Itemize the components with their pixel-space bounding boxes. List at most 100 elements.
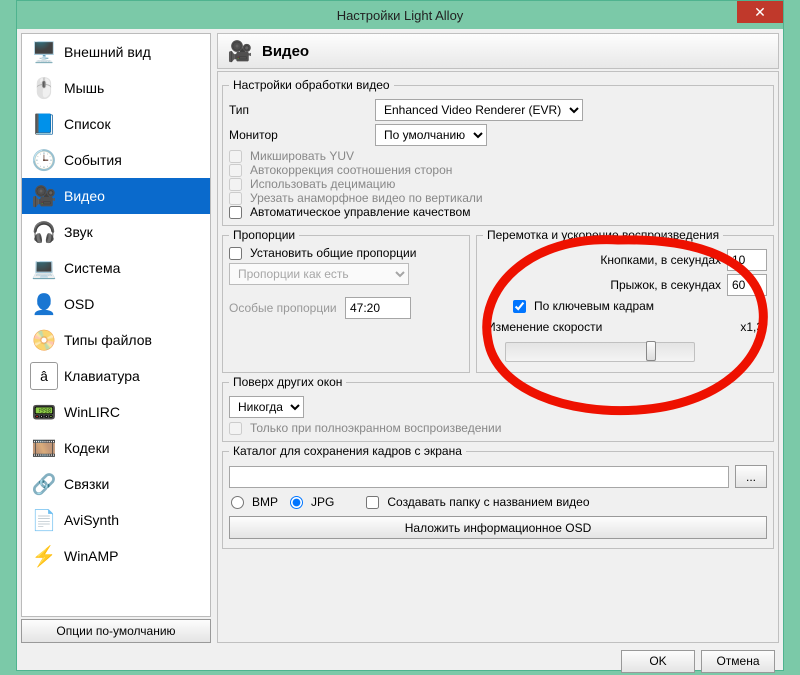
bmp-radio-label[interactable]: BMP [231, 495, 278, 509]
filetypes-icon: 📀 [30, 326, 58, 354]
list-icon: 📘 [30, 110, 58, 138]
sidebar-item-label: Мышь [64, 80, 104, 96]
sidebar-item-events[interactable]: 🕒 События [22, 142, 210, 178]
common-proportions-label: Установить общие пропорции [250, 246, 416, 260]
sidebar-item-mouse[interactable]: 🖱️ Мышь [22, 70, 210, 106]
ontop-group: Поверх других окон Никогда Только при по… [222, 375, 774, 442]
sidebar: 🖥️ Внешний вид 🖱️ Мышь 📘Список 🕒 События 🎥 В… [21, 33, 211, 617]
sidebar-item-label: OSD [64, 296, 94, 312]
keyframes-checkbox[interactable] [513, 300, 526, 313]
jpg-radio-label[interactable]: JPG [290, 495, 334, 509]
system-icon: 💻 [30, 254, 58, 282]
sidebar-item-bindings[interactable]: 🔗Связки [22, 466, 210, 502]
monitor-icon: 🖥️ [30, 38, 58, 66]
titlebar: Настройки Light Alloy ✕ [17, 1, 783, 29]
seek-group: Перемотка и ускорение воспроизведения Кн… [476, 228, 774, 373]
sidebar-item-label: WinLIRC [64, 404, 120, 420]
sidebar-item-label: Видео [64, 188, 105, 204]
common-proportions-checkbox[interactable] [229, 247, 242, 260]
winamp-icon: ⚡ [30, 542, 58, 570]
osd-icon: 👤 [30, 290, 58, 318]
decimation-label: Использовать децимацию [250, 177, 395, 191]
sidebar-item-codecs[interactable]: 🎞️ Кодеки [22, 430, 210, 466]
sidebar-item-avisynth[interactable]: 📄 AviSynth [22, 502, 210, 538]
sidebar-item-winamp[interactable]: ⚡ WinAMP [22, 538, 210, 574]
create-folder-checkbox[interactable] [366, 496, 379, 509]
jump-seek-label: Прыжок, в секундах [610, 278, 721, 292]
sidebar-item-label: Типы файлов [64, 332, 152, 348]
sidebar-item-label: WinAMP [64, 548, 118, 564]
autocorrect-checkbox[interactable] [229, 164, 242, 177]
ok-button[interactable]: OK [621, 650, 695, 673]
bmp-radio[interactable] [231, 496, 244, 509]
sidebar-item-audio[interactable]: 🎧 Звук [22, 214, 210, 250]
audio-icon: 🎧 [30, 218, 58, 246]
video-icon: 🎥 [30, 182, 58, 210]
special-proportions-input[interactable] [345, 297, 411, 319]
browse-button[interactable]: ... [735, 465, 767, 488]
window-title: Настройки Light Alloy [337, 8, 464, 23]
overlay-osd-button[interactable]: Наложить информационное OSD [229, 516, 767, 539]
capture-legend: Каталог для сохранения кадров с экрана [229, 444, 466, 458]
sidebar-item-filetypes[interactable]: 📀 Типы файлов [22, 322, 210, 358]
fullscreen-only-label: Только при полноэкранном воспроизведении [250, 421, 501, 435]
slider-thumb[interactable] [646, 341, 656, 361]
decimation-checkbox[interactable] [229, 178, 242, 191]
processing-legend: Настройки обработки видео [229, 78, 394, 92]
renderer-select[interactable]: Enhanced Video Renderer (EVR) [375, 99, 583, 121]
ontop-select[interactable]: Никогда [229, 396, 304, 418]
main-area: 🎥 Видео Настройки обработки видео Тип En… [217, 33, 779, 643]
defaults-button[interactable]: Опции по-умолчанию [21, 619, 211, 643]
codec-icon: 🎞️ [30, 434, 58, 462]
video-icon: 🎥 [226, 37, 254, 65]
sidebar-item-video[interactable]: 🎥 Видео [22, 178, 210, 214]
processing-group: Настройки обработки видео Тип Enhanced V… [222, 78, 774, 226]
sidebar-item-appearance[interactable]: 🖥️ Внешний вид [22, 34, 210, 70]
sidebar-item-label: События [64, 152, 122, 168]
proportions-select[interactable]: Пропорции как есть [229, 263, 409, 285]
autoquality-checkbox[interactable] [229, 206, 242, 219]
special-proportions-label: Особые пропорции [229, 301, 339, 315]
seek-legend: Перемотка и ускорение воспроизведения [483, 228, 723, 242]
type-label: Тип [229, 103, 369, 117]
autoquality-label: Автоматическое управление качеством [250, 205, 470, 219]
create-folder-label[interactable]: Создавать папку с названием видео [366, 495, 589, 509]
sidebar-item-label: AviSynth [64, 512, 119, 528]
crop-checkbox[interactable] [229, 192, 242, 205]
script-icon: 📄 [30, 506, 58, 534]
sidebar-item-keyboard[interactable]: â Клавиатура [22, 358, 210, 394]
cancel-button[interactable]: Отмена [701, 650, 775, 673]
section-title: Видео [262, 43, 309, 60]
close-button[interactable]: ✕ [737, 1, 783, 23]
keyframes-label: По ключевым кадрам [534, 299, 654, 313]
capture-path-input[interactable] [229, 466, 729, 488]
buttons-seek-input[interactable] [727, 249, 767, 271]
keyboard-icon: â [30, 362, 58, 390]
clock-icon: 🕒 [30, 146, 58, 174]
sidebar-item-label: Система [64, 260, 120, 276]
sidebar-item-label: Внешний вид [64, 44, 151, 60]
mix-yuv-checkbox[interactable] [229, 150, 242, 163]
sidebar-item-label: Клавиатура [64, 368, 140, 384]
sidebar-item-label: Звук [64, 224, 93, 240]
sidebar-item-label: Связки [64, 476, 109, 492]
section-header: 🎥 Видео [217, 33, 779, 69]
sidebar-item-winlirc[interactable]: 📟WinLIRC [22, 394, 210, 430]
monitor-label: Монитор [229, 128, 369, 142]
jpg-radio[interactable] [290, 496, 303, 509]
fullscreen-only-checkbox[interactable] [229, 422, 242, 435]
sidebar-item-system[interactable]: 💻 Система [22, 250, 210, 286]
settings-window: Настройки Light Alloy ✕ 🖥️ Внешний вид 🖱️… [16, 0, 784, 671]
sidebar-item-list[interactable]: 📘Список [22, 106, 210, 142]
jump-seek-input[interactable] [727, 274, 767, 296]
autocorrect-label: Автокоррекция соотношения сторон [250, 163, 452, 177]
speed-label: Изменение скорости [487, 320, 602, 334]
speed-slider[interactable] [505, 342, 695, 362]
mouse-icon: 🖱️ [30, 74, 58, 102]
sidebar-item-osd[interactable]: 👤 OSD [22, 286, 210, 322]
monitor-select[interactable]: По умолчанию [375, 124, 487, 146]
mix-yuv-label: Микшировать YUV [250, 149, 354, 163]
sidebar-item-label: Кодеки [64, 440, 110, 456]
settings-panel: Настройки обработки видео Тип Enhanced V… [217, 71, 779, 643]
speed-value: x1,3 [740, 320, 763, 334]
